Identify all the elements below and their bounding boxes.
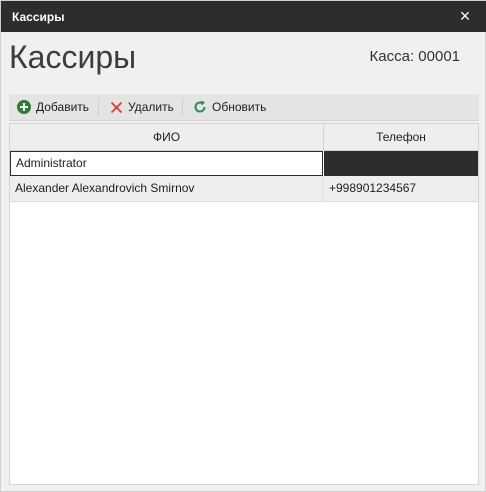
close-icon[interactable]: ×: [455, 5, 475, 27]
plus-circle-icon: [17, 100, 31, 114]
refresh-icon: [194, 100, 206, 113]
add-button-label: Добавить: [36, 100, 90, 114]
add-button[interactable]: Добавить: [17, 97, 89, 117]
title-bar[interactable]: Кассиры ×: [1, 1, 486, 32]
table-row[interactable]: Alexander Alexandrovich Smirnov +9989012…: [10, 176, 478, 202]
cell-phone[interactable]: +998901234567: [324, 176, 478, 201]
x-icon: [110, 101, 123, 113]
refresh-button[interactable]: Обновить: [193, 97, 266, 117]
cashiers-window: Кассиры × Кассиры Касса: 00001 Добавить …: [0, 0, 486, 492]
cell-name[interactable]: Alexander Alexandrovich Smirnov: [10, 176, 323, 201]
toolbar-separator: [182, 98, 183, 116]
column-header-name[interactable]: ФИО: [10, 124, 324, 150]
cell-name[interactable]: Administrator: [10, 151, 323, 176]
grid-header: ФИО Телефон: [10, 124, 478, 151]
table-row[interactable]: Administrator: [10, 151, 478, 177]
page-title: Кассиры: [9, 39, 137, 75]
column-header-phone[interactable]: Телефон: [324, 124, 478, 150]
cell-phone[interactable]: [324, 151, 478, 176]
cashiers-grid[interactable]: ФИО Телефон Administrator Alexander Alex…: [9, 123, 479, 485]
delete-button-label: Удалить: [128, 100, 174, 114]
toolbar: Добавить Удалить Обновить: [9, 94, 479, 121]
delete-button[interactable]: Удалить: [110, 97, 174, 117]
toolbar-separator: [98, 98, 99, 116]
window-title: Кассиры: [12, 10, 65, 24]
refresh-button-label: Обновить: [212, 100, 267, 114]
register-label: Касса: 00001: [369, 48, 460, 65]
